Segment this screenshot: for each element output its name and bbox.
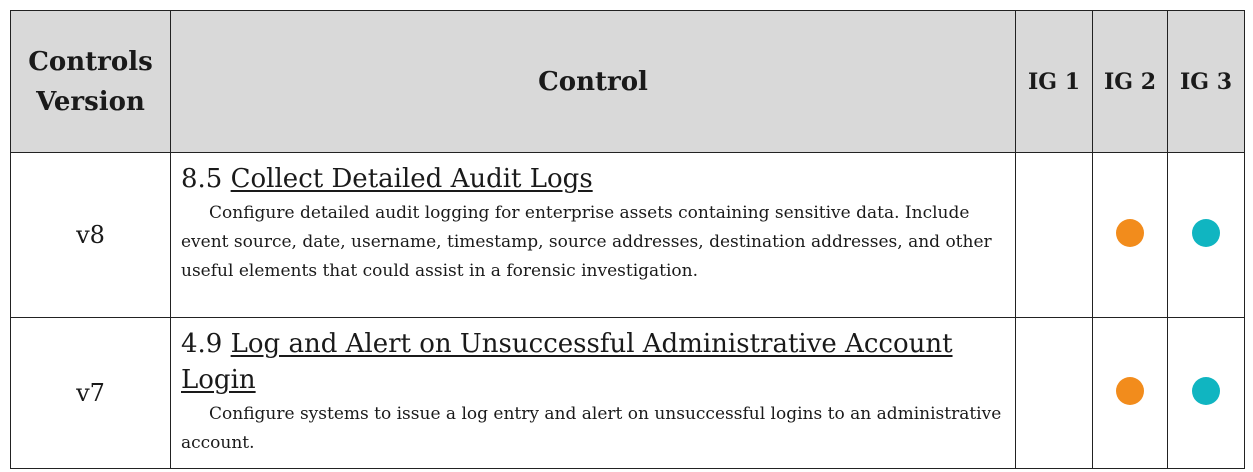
table-header: Controls Version Control IG 1 IG 2 IG 3 — [10, 10, 1245, 153]
table-row: v7 4.9 Log and Alert on Unsuccessful Adm… — [10, 317, 1245, 469]
control-title-link[interactable]: Log and Alert on Unsuccessful Administra… — [181, 329, 953, 395]
controls-version-cell: v7 — [10, 317, 171, 469]
header-ig2: IG 2 — [1092, 10, 1168, 153]
control-title-link[interactable]: Collect Detailed Audit Logs — [231, 164, 593, 194]
control-description: Configure detailed audit logging for ent… — [181, 203, 992, 281]
control-number: 8.5 — [181, 164, 223, 194]
header-ig1: IG 1 — [1015, 10, 1093, 153]
ig3-indicator-dot-icon — [1192, 377, 1220, 405]
ig1-cell — [1015, 317, 1093, 469]
ig3-cell — [1167, 152, 1245, 318]
control-title: 4.9 Log and Alert on Unsuccessful Admini… — [181, 326, 1005, 398]
control-cell: 8.5 Collect Detailed Audit Logs Configur… — [170, 152, 1016, 318]
ig2-indicator-dot-icon — [1116, 377, 1144, 405]
header-controls-version-line1: Controls — [28, 46, 153, 77]
header-ig3: IG 3 — [1167, 10, 1245, 153]
controls-table: Controls Version Control IG 1 IG 2 IG 3 … — [10, 10, 1245, 469]
ig3-indicator-dot-icon — [1192, 219, 1220, 247]
control-description: Configure systems to issue a log entry a… — [181, 404, 1002, 453]
ig2-cell — [1092, 317, 1168, 469]
ig2-cell — [1092, 152, 1168, 318]
header-controls-version: Controls Version — [10, 10, 171, 153]
control-number: 4.9 — [181, 329, 223, 359]
ig2-indicator-dot-icon — [1116, 219, 1144, 247]
header-controls-version-line2: Version — [36, 86, 145, 117]
ig1-cell — [1015, 152, 1093, 318]
ig3-cell — [1167, 317, 1245, 469]
header-control: Control — [170, 10, 1016, 153]
control-title: 8.5 Collect Detailed Audit Logs — [181, 161, 1005, 197]
controls-version-cell: v8 — [10, 152, 171, 318]
table-row: v8 8.5 Collect Detailed Audit Logs Confi… — [10, 152, 1245, 318]
control-cell: 4.9 Log and Alert on Unsuccessful Admini… — [170, 317, 1016, 469]
